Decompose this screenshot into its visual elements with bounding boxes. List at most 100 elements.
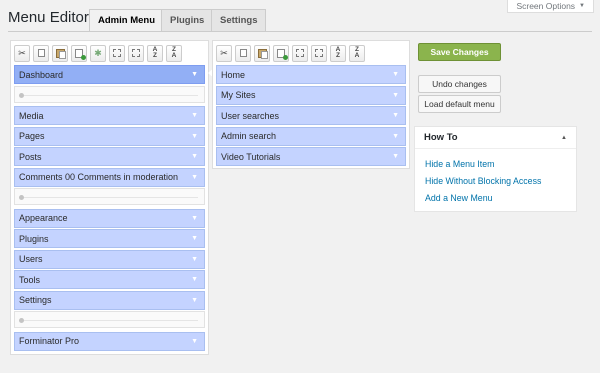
menu-item-label: Posts	[19, 151, 42, 162]
menu-item-appearance[interactable]: Appearance ▼	[14, 208, 205, 228]
new-separator-icon: ✱	[94, 47, 102, 58]
submenu-panel: ✂ AZ ZA Home ▼ My Sites ▼ User searches ▼ Admi…	[212, 40, 410, 169]
sort-ascending-icon: AZ	[335, 46, 341, 59]
tab-divider	[8, 31, 592, 32]
menu-item-label: Plugins	[19, 233, 49, 244]
menu-item-label: Users	[19, 254, 43, 264]
tab-admin-menu[interactable]: Admin Menu	[89, 9, 164, 31]
menu-item-label: Appearance	[19, 213, 68, 223]
paste-separator-button[interactable]	[311, 44, 327, 62]
expand-arrow-icon[interactable]: ▼	[191, 174, 198, 181]
expand-arrow-icon[interactable]: ▼	[191, 133, 198, 140]
menu-item-pages[interactable]: Pages ▼	[14, 126, 205, 146]
expand-arrow-icon[interactable]: ▼	[392, 92, 399, 99]
load-default-menu-button[interactable]: Load default menu	[418, 95, 501, 113]
separator-line	[21, 320, 198, 321]
sort-ascending-button[interactable]: AZ	[147, 44, 163, 62]
cut-button[interactable]: ✂	[216, 44, 232, 62]
cut-icon: ✂	[18, 47, 26, 58]
expand-arrow-icon[interactable]: ▼	[392, 112, 399, 119]
submenu-item-video-tutorials[interactable]: Video Tutorials ▼	[216, 147, 406, 166]
paste-button[interactable]	[52, 44, 68, 62]
menu-item-posts[interactable]: Posts ▼	[14, 147, 205, 166]
menu-item-label: Forminator Pro	[19, 336, 80, 346]
menu-item-users[interactable]: Users ▼	[14, 249, 205, 269]
new-menu-icon	[277, 48, 288, 60]
menu-item-label: User searches	[221, 110, 280, 121]
paste-button[interactable]	[254, 44, 270, 62]
cut-button[interactable]: ✂	[14, 44, 30, 62]
new-separator-button[interactable]: ✱	[90, 44, 106, 62]
how-to-box: How To ▲ Hide a Menu Item Hide Without B…	[414, 126, 577, 212]
tab-plugins[interactable]: Plugins	[161, 9, 214, 31]
expand-arrow-icon[interactable]: ▼	[191, 276, 198, 283]
howto-link-add-new-menu[interactable]: Add a New Menu	[425, 193, 492, 203]
sort-descending-icon: ZA	[171, 46, 177, 59]
paste-icon	[132, 49, 140, 57]
paste-icon	[55, 48, 66, 59]
paste-icon	[257, 48, 268, 59]
separator-handle-icon	[19, 92, 24, 98]
save-changes-button[interactable]: Save Changes	[418, 43, 501, 61]
expand-arrow-icon[interactable]: ▼	[191, 297, 198, 304]
paste-separator-button[interactable]	[128, 44, 144, 62]
expand-arrow-icon[interactable]: ▼	[191, 71, 198, 78]
expand-arrow-icon[interactable]: ▼	[392, 153, 399, 160]
submenu-item-home[interactable]: Home ▼	[216, 65, 406, 84]
menu-item-label: Comments 00 Comments in moderation	[19, 172, 179, 182]
copy-icon	[113, 49, 121, 57]
sort-descending-button[interactable]: ZA	[166, 44, 182, 62]
menu-item-plugins[interactable]: Plugins ▼	[14, 229, 205, 248]
copy-icon	[296, 49, 304, 57]
tab-settings[interactable]: Settings	[211, 9, 267, 31]
howto-link-hide-menu-item[interactable]: Hide a Menu Item	[425, 159, 494, 169]
separator-line	[21, 197, 198, 198]
expand-arrow-icon[interactable]: ▼	[191, 256, 198, 263]
submenu-item-user-searches[interactable]: User searches ▼	[216, 106, 406, 125]
menu-separator[interactable]	[14, 311, 205, 328]
copy-separator-button[interactable]	[109, 44, 125, 62]
undo-changes-button[interactable]: Undo changes	[418, 75, 501, 93]
sort-ascending-button[interactable]: AZ	[330, 44, 346, 62]
menu-item-dashboard[interactable]: Dashboard ▼	[14, 65, 205, 84]
menu-item-label: Video Tutorials	[221, 151, 281, 162]
sort-descending-button[interactable]: ZA	[349, 44, 365, 62]
top-level-menu-panel: ✂ ✱ AZ ZA Dashboard ▼ Media ▼ Pages ▼ Posts ▼ Co…	[10, 40, 209, 355]
submenu-item-admin-search[interactable]: Admin search ▼	[216, 126, 406, 146]
copy-icon	[37, 49, 45, 57]
copy-button[interactable]	[235, 44, 251, 62]
menu-item-label: Tools	[19, 274, 41, 285]
menu-item-label: Media	[19, 110, 44, 121]
separator-line	[21, 94, 198, 96]
submenu-item-my-sites[interactable]: My Sites ▼	[216, 85, 406, 105]
cut-icon: ✂	[220, 47, 228, 58]
screen-options-button[interactable]: Screen Options ▼	[507, 0, 594, 13]
expand-arrow-icon[interactable]: ▼	[191, 235, 198, 242]
how-to-header[interactable]: How To ▲	[415, 127, 576, 149]
expand-arrow-icon[interactable]: ▼	[191, 338, 198, 345]
menu-item-tools[interactable]: Tools ▼	[14, 270, 205, 289]
sort-ascending-icon: AZ	[152, 46, 158, 59]
sort-descending-icon: ZA	[354, 46, 360, 59]
menu-item-settings[interactable]: Settings ▼	[14, 290, 205, 310]
separator-handle-icon	[19, 195, 24, 200]
copy-separator-button[interactable]	[292, 44, 308, 62]
menu-item-forminator-pro[interactable]: Forminator Pro ▼	[14, 331, 205, 351]
expand-arrow-icon[interactable]: ▼	[392, 133, 399, 140]
howto-link-hide-without-blocking[interactable]: Hide Without Blocking Access	[425, 176, 541, 186]
expand-arrow-icon[interactable]: ▼	[191, 153, 198, 160]
expand-arrow-icon[interactable]: ▼	[191, 112, 198, 119]
menu-separator[interactable]	[14, 188, 205, 205]
new-menu-icon	[75, 48, 86, 60]
copy-button[interactable]	[33, 44, 49, 62]
new-menu-button[interactable]	[71, 44, 87, 62]
menu-separator[interactable]	[14, 85, 205, 103]
new-menu-button[interactable]	[273, 44, 289, 62]
page-title: Menu Editor	[8, 9, 89, 26]
expand-arrow-icon[interactable]: ▼	[191, 215, 198, 222]
collapse-arrow-icon: ▲	[561, 134, 567, 141]
expand-arrow-icon[interactable]: ▼	[392, 71, 399, 78]
menu-item-label: Pages	[19, 131, 45, 141]
menu-item-comments-00-comments-in-moderation[interactable]: Comments 00 Comments in moderation ▼	[14, 167, 205, 187]
menu-item-media[interactable]: Media ▼	[14, 106, 205, 125]
